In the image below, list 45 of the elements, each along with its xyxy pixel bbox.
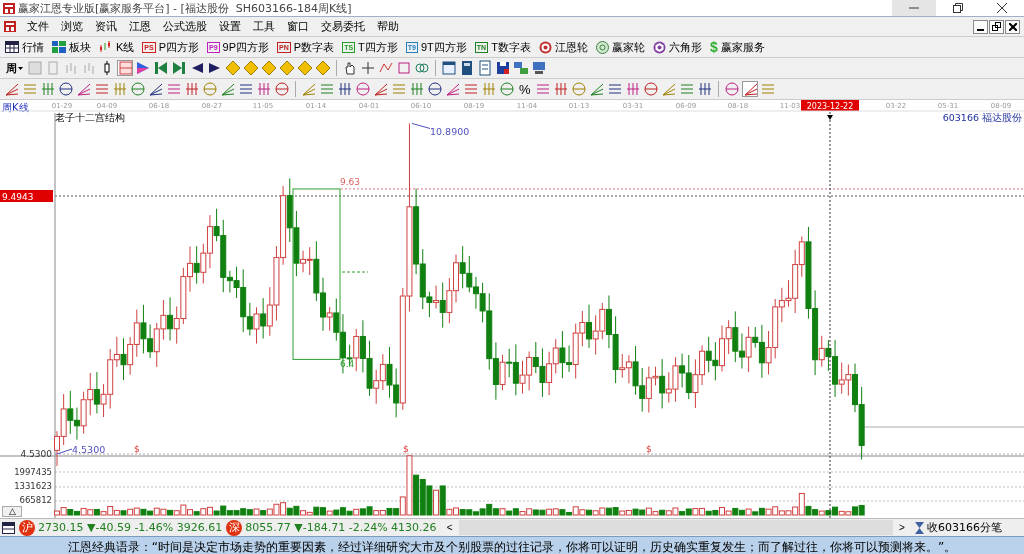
period-dropdown[interactable]: 周 xyxy=(4,60,25,76)
cursor-date-label: 2023-12-22 xyxy=(801,100,859,111)
toolbar-button[interactable]: 江恩轮 xyxy=(537,39,589,55)
toolbar-button[interactable]: 赢家轮 xyxy=(594,39,646,55)
toolbar-button[interactable]: K线 xyxy=(98,39,136,55)
signal-marker: $ xyxy=(134,444,140,454)
peak-price-label: 10.8900 xyxy=(430,126,470,138)
menu-item[interactable]: 浏览 xyxy=(60,19,84,34)
scroll-right-button[interactable]: > xyxy=(893,520,911,535)
tick-data-label[interactable]: 收603166分笔 xyxy=(927,520,1002,535)
menu-item[interactable]: 资讯 xyxy=(94,19,118,34)
percent-tool[interactable]: % xyxy=(517,81,533,97)
price-cursor-label: 9.4943 xyxy=(0,190,53,202)
index-quote: 8055.77 ▼-184.71 -2.24% 4130.26 xyxy=(245,521,437,534)
market-badge: 深 xyxy=(226,519,243,536)
volume-axis-label: 1331623 xyxy=(14,481,52,491)
toolbar-button[interactable]: $ 赢家服务 xyxy=(708,39,766,55)
toolbar-button[interactable]: 板块 xyxy=(51,39,92,55)
menu-item[interactable]: 设置 xyxy=(218,19,242,34)
menu-item[interactable]: 帮助 xyxy=(376,19,400,34)
menu-item[interactable]: 窗口 xyxy=(286,19,310,34)
menu-item[interactable]: 工具 xyxy=(252,19,276,34)
menu-item[interactable]: 公式选股 xyxy=(162,19,208,34)
chart-title: 老子十二宫结构 xyxy=(55,112,125,123)
period-label: 周K线 xyxy=(2,102,29,113)
menu-item[interactable]: 交易委托 xyxy=(320,19,366,34)
price-label: 9.63 xyxy=(340,176,361,187)
scroll-left-button[interactable]: < xyxy=(440,520,459,535)
stock-label: 603166 福达股份 xyxy=(942,112,1022,123)
price-axis-label: 4.5300 xyxy=(20,449,52,459)
toolbar-button[interactable]: 六角形 xyxy=(651,39,703,55)
volume-axis-label: 1997435 xyxy=(14,467,52,477)
market-badge: 沪 xyxy=(19,519,35,536)
index-quote: 2730.15 ▼-40.59 -1.46% 3926.61 xyxy=(38,521,223,534)
menu-item[interactable]: 文件 xyxy=(26,19,50,34)
signal-marker: $ xyxy=(403,444,409,454)
collapse-button[interactable]: △ xyxy=(2,506,22,517)
toolbar-button[interactable]: 行情 xyxy=(4,39,45,55)
quote-text: 江恩经典语录：“时间是决定市场走势的重要因素，经过详细研究大市及个别股票的过往记录，你将可以证明，历史确实重复发生；而了解过往，你将可以预测将来。”。 xyxy=(67,539,957,554)
dollar-icon: $ xyxy=(709,40,718,54)
low-price-label: 4.5300 xyxy=(72,444,106,455)
signal-marker: $ xyxy=(646,444,652,454)
window-title: 赢家江恩专业版[赢家服务平台] - [福达股份 SH603166-184周K线] xyxy=(18,0,352,16)
menu-item[interactable]: 江恩 xyxy=(128,19,152,34)
volume-axis-label: 665812 xyxy=(19,495,52,505)
